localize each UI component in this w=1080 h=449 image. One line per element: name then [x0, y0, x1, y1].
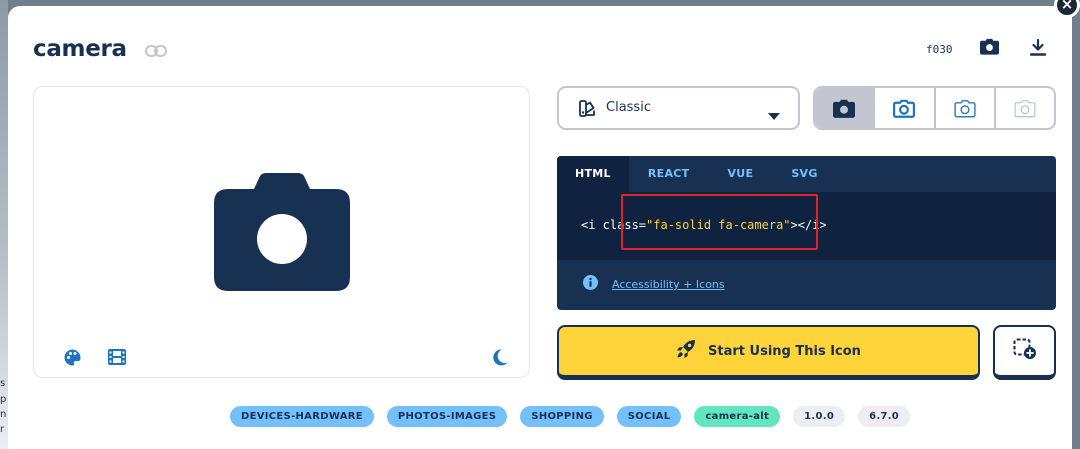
camera-light-icon[interactable] — [936, 88, 996, 128]
tag-social[interactable]: SOCIAL — [616, 406, 682, 427]
camera-preview-icon — [214, 173, 350, 295]
square-plus-icon — [1013, 338, 1037, 364]
info-circle-icon — [583, 275, 598, 294]
close-icon[interactable]: × — [1054, 0, 1080, 18]
tab-svg[interactable]: SVG — [772, 156, 836, 192]
highlight-annotation — [621, 194, 818, 250]
tag-devices-hardware[interactable]: DEVICES-HARDWARE — [230, 406, 374, 427]
rocket-icon — [676, 339, 696, 363]
download-icon[interactable] — [1029, 38, 1047, 60]
code-tabs: HTML REACT VUE SVG — [557, 156, 1056, 192]
add-to-kit-button[interactable] — [993, 325, 1056, 380]
camera-icon[interactable] — [980, 38, 999, 59]
tab-vue[interactable]: VUE — [708, 156, 772, 192]
moon-icon[interactable] — [492, 349, 508, 370]
palette-icon[interactable] — [64, 349, 81, 370]
tag-version-added: 1.0.0 — [793, 406, 846, 427]
link-icon[interactable] — [145, 42, 167, 61]
style-dropdown-value: Classic — [606, 100, 651, 115]
unicode-value[interactable]: f030 — [926, 43, 953, 56]
tab-html[interactable]: HTML — [557, 156, 629, 192]
code-area[interactable]: <i class="fa-solid fa-camera"></i> — [557, 192, 1056, 260]
tag-shopping[interactable]: SHOPPING — [520, 406, 604, 427]
tag-photos-images[interactable]: PHOTOS-IMAGES — [386, 406, 508, 427]
tag-list: DEVICES-HARDWARE PHOTOS-IMAGES SHOPPING … — [230, 406, 923, 427]
start-using-label: Start Using This Icon — [708, 343, 861, 359]
icon-detail-modal: × camera f030 Classic HTML REACT VUE SVG… — [8, 0, 1080, 449]
icon-preview — [33, 86, 530, 378]
film-icon[interactable] — [108, 349, 126, 369]
caret-down-icon — [768, 105, 780, 124]
style-dropdown[interactable]: Classic — [557, 86, 800, 130]
icon-title: camera — [33, 36, 127, 62]
accessibility-row: Accessibility + Icons — [583, 275, 725, 294]
accessibility-link[interactable]: Accessibility + Icons — [612, 278, 725, 291]
tab-react[interactable]: REACT — [629, 156, 709, 192]
style-variant-group — [813, 86, 1056, 130]
camera-thin-icon[interactable] — [996, 88, 1054, 128]
camera-regular-icon[interactable] — [875, 88, 936, 128]
tag-version-current: 6.7.0 — [858, 406, 911, 427]
tag-alias[interactable]: camera-alt — [694, 406, 781, 427]
code-snippet-panel: HTML REACT VUE SVG <i class="fa-solid fa… — [557, 156, 1056, 310]
swatchbook-icon — [579, 100, 596, 121]
start-using-button[interactable]: Start Using This Icon — [557, 325, 980, 380]
camera-solid-icon[interactable] — [815, 88, 876, 128]
